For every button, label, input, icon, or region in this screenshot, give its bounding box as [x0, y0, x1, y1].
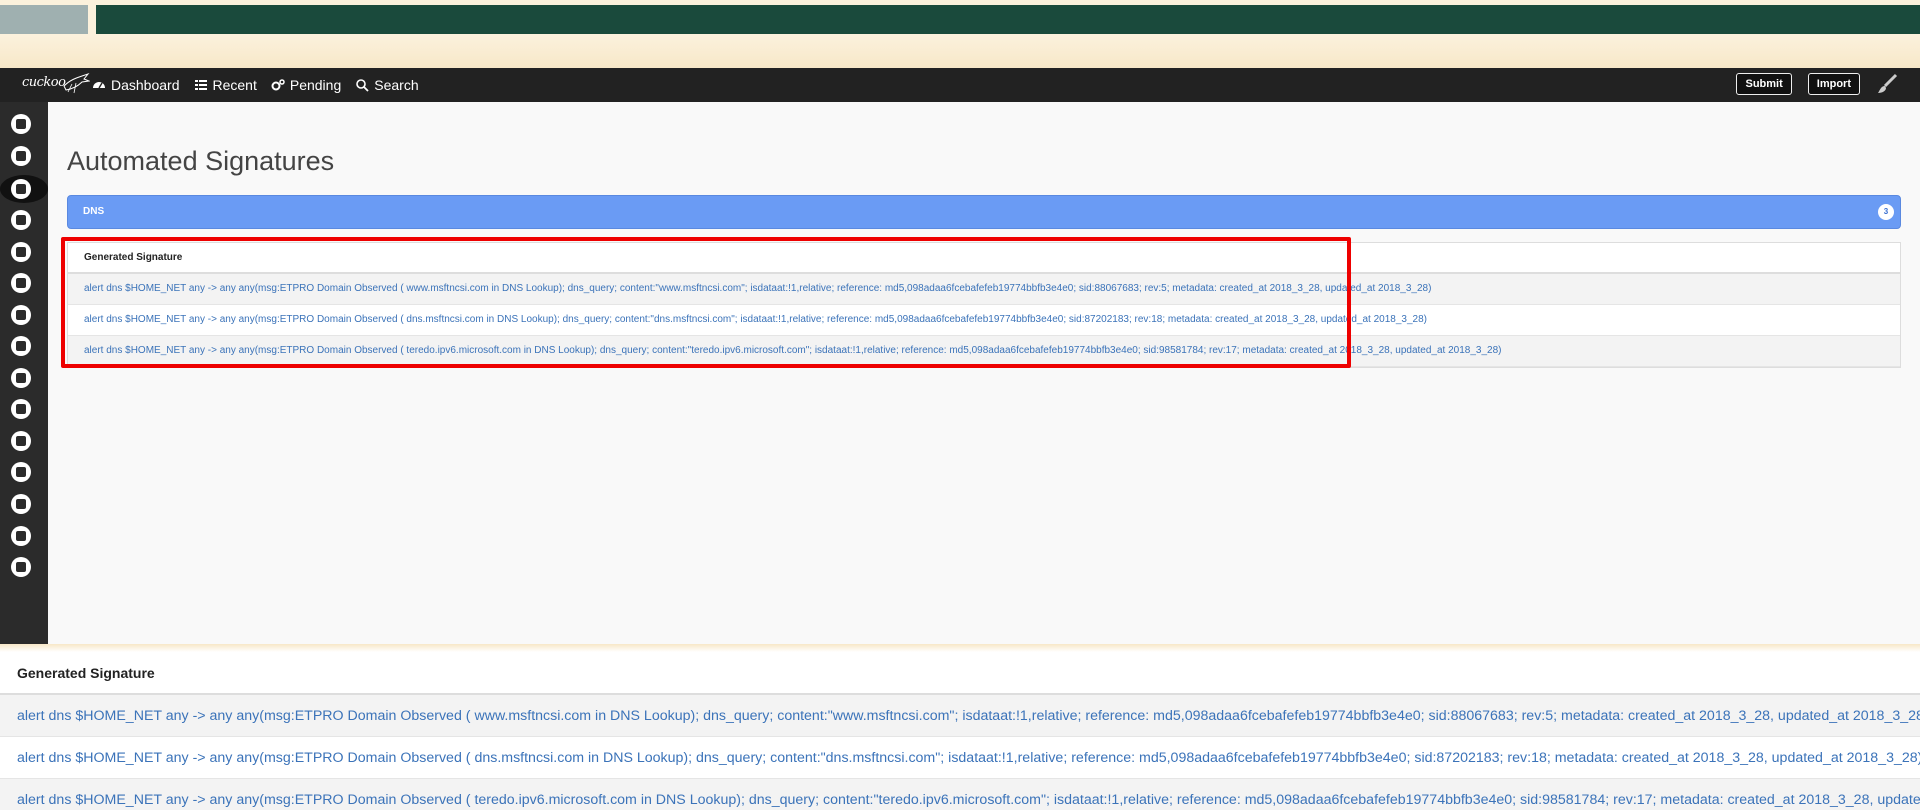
cogs-icon[interactable]: [11, 494, 31, 514]
globe-icon[interactable]: [11, 273, 31, 293]
search-icon: [356, 79, 369, 92]
nav-pending[interactable]: Pending: [271, 68, 341, 102]
book-icon[interactable]: [11, 146, 31, 166]
browser-banner: [96, 5, 1920, 34]
zoom-table-row[interactable]: alert dns $HOME_NET any -> any any(msg:E…: [0, 695, 1920, 737]
dns-section-header[interactable]: DNS 3: [67, 195, 1901, 229]
nav-dashboard[interactable]: Dashboard: [92, 68, 180, 102]
dashboard-icon: [93, 82, 105, 89]
top-navbar: cuckoo Dashboard Recent Pending Search S…: [0, 68, 1920, 102]
bug-icon[interactable]: [11, 526, 31, 546]
zoom-table-row[interactable]: alert dns $HOME_NET any -> any any(msg:E…: [0, 737, 1920, 779]
browser-top-strip: [0, 0, 1920, 36]
table-row[interactable]: alert dns $HOME_NET any -> any any(msg:E…: [68, 305, 1900, 336]
import-button[interactable]: Import: [1807, 73, 1860, 95]
brand-text: cuckoo: [22, 75, 66, 90]
cuckoo-logo[interactable]: cuckoo: [0, 68, 92, 102]
table-header: Generated Signature: [68, 243, 1900, 274]
nav-recent[interactable]: Recent: [194, 68, 257, 102]
list-icon[interactable]: [11, 336, 31, 356]
table-row[interactable]: alert dns $HOME_NET any -> any any(msg:E…: [68, 274, 1900, 305]
nav-dashboard-label: Dashboard: [111, 77, 180, 93]
zoomed-signature-table: Generated Signature alert dns $HOME_NET …: [0, 652, 1920, 810]
cuckoo-bird-icon: [63, 72, 90, 94]
signature-table: Generated Signature alert dns $HOME_NET …: [67, 242, 1901, 368]
background-texture: [0, 36, 1920, 68]
cuckoo-app-window: cuckoo Dashboard Recent Pending Search S…: [0, 68, 1920, 644]
nav-search[interactable]: Search: [355, 68, 419, 102]
tab-thumbnail: [0, 5, 88, 34]
lock-icon[interactable]: [11, 557, 31, 577]
nav-search-label: Search: [374, 77, 419, 93]
main-content: Automated Signatures DNS 3 Generated Sig…: [48, 102, 1920, 644]
table-row[interactable]: alert dns $HOME_NET any -> any any(msg:E…: [68, 336, 1900, 367]
file-icon[interactable]: [11, 179, 31, 199]
file-text-icon[interactable]: [11, 305, 31, 325]
sidebar: [0, 102, 48, 644]
table-icon[interactable]: [11, 368, 31, 388]
nav-recent-label: Recent: [212, 77, 257, 93]
paintbrush-icon[interactable]: [1876, 73, 1898, 95]
zoom-table-row[interactable]: alert dns $HOME_NET any -> any any(msg:E…: [0, 779, 1920, 810]
cogs-icon: [271, 79, 285, 91]
list-icon: [194, 80, 207, 90]
nav-pending-label: Pending: [289, 77, 342, 93]
home-icon[interactable]: [11, 114, 31, 134]
pencil-icon[interactable]: [11, 210, 31, 230]
submit-button[interactable]: Submit: [1736, 73, 1792, 95]
dns-section-label: DNS: [83, 206, 105, 217]
zoom-table-header: Generated Signature: [0, 652, 1920, 695]
download-icon[interactable]: [11, 431, 31, 451]
nav-actions: Submit Import: [1720, 73, 1898, 95]
page-title: Automated Signatures: [67, 146, 335, 176]
shuffle-icon[interactable]: [11, 399, 31, 419]
dns-count-badge: 3: [1878, 204, 1894, 220]
power-icon[interactable]: [11, 462, 31, 482]
zoom-separator: [0, 644, 1920, 652]
share-icon[interactable]: [11, 242, 31, 262]
